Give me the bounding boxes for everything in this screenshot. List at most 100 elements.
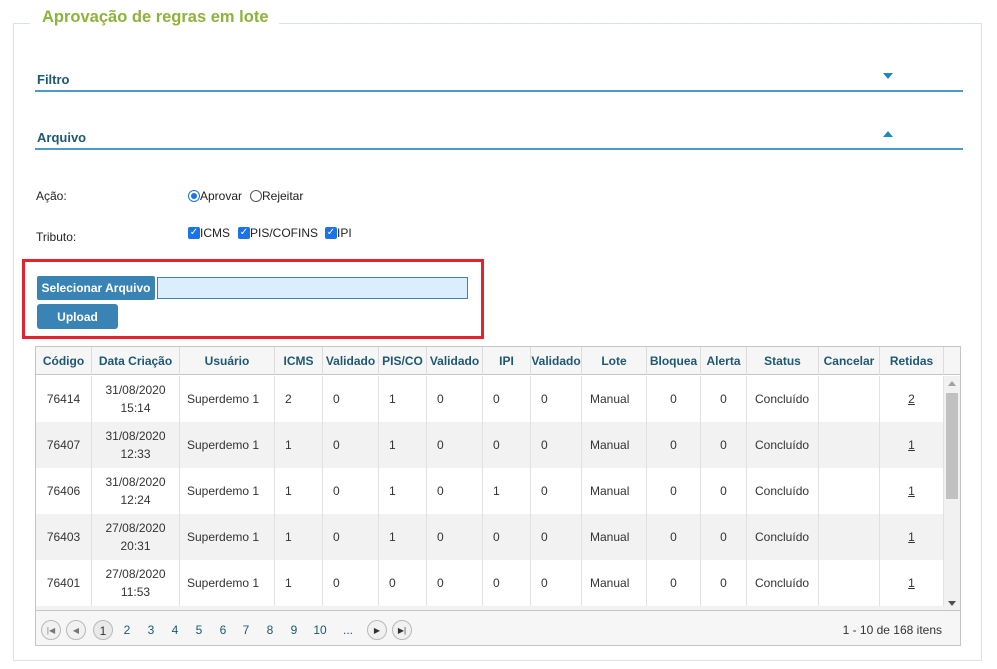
- page-number[interactable]: 8: [260, 620, 280, 640]
- cell-alerta: 0: [701, 514, 747, 560]
- column-header[interactable]: Validado: [427, 347, 483, 375]
- table-row[interactable]: 76406 31/08/2020 12:24 Superdemo 1 1 0 1 …: [36, 468, 944, 514]
- column-header[interactable]: Status: [747, 347, 819, 375]
- checkbox-ipi-label: IPI: [337, 226, 352, 240]
- retidas-link[interactable]: 1: [908, 438, 915, 452]
- table-row[interactable]: 76407 31/08/2020 12:33 Superdemo 1 1 0 1 …: [36, 422, 944, 468]
- cell-validado: 0: [531, 468, 582, 514]
- last-page-icon[interactable]: ▶|: [392, 620, 412, 640]
- file-name-field[interactable]: [157, 277, 468, 299]
- page-number[interactable]: 7: [236, 620, 256, 640]
- next-page-icon[interactable]: ▶: [367, 620, 387, 640]
- column-header[interactable]: ICMS: [275, 347, 323, 375]
- cell-retidas[interactable]: 1: [880, 468, 944, 514]
- cell-status: Concluído: [747, 560, 819, 606]
- page-number[interactable]: 9: [284, 620, 304, 640]
- radio-aprovar[interactable]: Aprovar: [188, 189, 242, 203]
- radio-selected-icon[interactable]: [188, 190, 200, 202]
- retidas-link[interactable]: 1: [908, 484, 915, 498]
- page-number[interactable]: 2: [117, 620, 137, 640]
- radio-rejeitar[interactable]: Rejeitar: [250, 189, 303, 203]
- page-number[interactable]: 10: [308, 620, 332, 640]
- cell-bloqueado: 0: [647, 560, 701, 606]
- first-page-icon[interactable]: |◀: [41, 620, 61, 640]
- checkbox-checked-icon[interactable]: ✓: [325, 227, 337, 239]
- page-number[interactable]: 5: [189, 620, 209, 640]
- checkbox-checked-icon[interactable]: ✓: [238, 227, 250, 239]
- checkbox-icms-label: ICMS: [200, 226, 230, 240]
- vertical-scrollbar[interactable]: [944, 376, 960, 610]
- upload-button[interactable]: Upload: [37, 304, 118, 329]
- radio-rejeitar-label: Rejeitar: [262, 189, 304, 203]
- column-header[interactable]: Validado: [323, 347, 379, 375]
- page-number[interactable]: 4: [165, 620, 185, 640]
- cell-usuario: Superdemo 1: [180, 560, 275, 606]
- cell-cancelar[interactable]: [819, 514, 880, 560]
- retidas-link[interactable]: 1: [908, 530, 915, 544]
- cell-cancelar[interactable]: [819, 422, 880, 468]
- cell-cancelar[interactable]: [819, 376, 880, 422]
- column-header[interactable]: Bloquea: [647, 347, 701, 375]
- cell-cancelar[interactable]: [819, 560, 880, 606]
- collapse-up-icon[interactable]: [883, 131, 893, 137]
- cell-date: 27/08/2020: [105, 567, 166, 581]
- cell-bloqueado: 0: [647, 422, 701, 468]
- column-header[interactable]: Código: [36, 347, 92, 375]
- cell-pis-cofins: 1: [379, 422, 427, 468]
- cell-status: Concluído: [747, 514, 819, 560]
- column-header[interactable]: Validado: [531, 347, 582, 375]
- previous-page-icon[interactable]: ◀: [66, 620, 86, 640]
- cell-retidas[interactable]: 1: [880, 514, 944, 560]
- page-number[interactable]: 6: [213, 620, 233, 640]
- page-number[interactable]: 1: [93, 620, 113, 640]
- column-header[interactable]: Alerta: [701, 347, 747, 375]
- cell-data-criacao: 31/08/2020 12:33: [92, 422, 180, 468]
- column-header[interactable]: Cancelar: [819, 347, 880, 375]
- expand-down-icon[interactable]: [883, 73, 893, 79]
- cell-ipi: 0: [483, 560, 531, 606]
- column-header[interactable]: Data Criação: [92, 347, 180, 375]
- table-row[interactable]: 76401 27/08/2020 11:53 Superdemo 1 1 0 0 …: [36, 560, 944, 606]
- filtro-section-header[interactable]: Filtro: [35, 70, 963, 92]
- table-row[interactable]: 76403 27/08/2020 20:31 Superdemo 1 1 0 1 …: [36, 514, 944, 560]
- checkbox-checked-icon[interactable]: ✓: [188, 227, 200, 239]
- cell-retidas[interactable]: 2: [880, 376, 944, 422]
- cell-codigo: 76406: [36, 468, 92, 514]
- checkbox-icms[interactable]: ✓ ICMS: [188, 226, 230, 240]
- column-header[interactable]: Lote: [582, 347, 647, 375]
- cell-retidas[interactable]: 1: [880, 560, 944, 606]
- retidas-link[interactable]: 1: [908, 576, 915, 590]
- cell-codigo: 76401: [36, 560, 92, 606]
- cell-validado: 0: [531, 514, 582, 560]
- table-row[interactable]: 76414 31/08/2020 15:14 Superdemo 1 2 0 1 …: [36, 376, 944, 422]
- cell-retidas[interactable]: 1: [880, 422, 944, 468]
- column-header[interactable]: Retidas: [880, 347, 944, 375]
- column-header[interactable]: IPI: [483, 347, 531, 375]
- select-file-button[interactable]: Selecionar Arquivo: [37, 276, 155, 300]
- scroll-down-icon[interactable]: [948, 601, 956, 606]
- retidas-link[interactable]: 2: [908, 392, 915, 406]
- column-header[interactable]: Usuário: [180, 347, 275, 375]
- checkbox-pis-cofins[interactable]: ✓ PIS/COFINS: [238, 226, 318, 240]
- cell-ipi: 0: [483, 376, 531, 422]
- scroll-up-icon[interactable]: [948, 381, 956, 386]
- cell-data-criacao: 31/08/2020 15:14: [92, 376, 180, 422]
- radio-unselected-icon[interactable]: [250, 190, 262, 202]
- arquivo-section-header[interactable]: Arquivo: [35, 128, 963, 150]
- pager-info: 1 - 10 de 168 itens: [842, 623, 942, 637]
- cell-usuario: Superdemo 1: [180, 514, 275, 560]
- cell-alerta: 0: [701, 468, 747, 514]
- more-pages[interactable]: ...: [338, 620, 358, 640]
- cell-alerta: 0: [701, 376, 747, 422]
- batch-grid: Código Data Criação Usuário ICMS Validad…: [35, 346, 961, 646]
- cell-lote: Manual: [582, 422, 647, 468]
- cell-alerta: 0: [701, 560, 747, 606]
- checkbox-ipi[interactable]: ✓ IPI: [325, 226, 352, 240]
- page-number[interactable]: 3: [141, 620, 161, 640]
- cell-pis-cofins: 1: [379, 514, 427, 560]
- cell-cancelar[interactable]: [819, 468, 880, 514]
- scrollbar-thumb[interactable]: [946, 393, 958, 499]
- cell-ipi: 0: [483, 422, 531, 468]
- cell-validado: 0: [427, 560, 483, 606]
- column-header[interactable]: PIS/CO: [379, 347, 427, 375]
